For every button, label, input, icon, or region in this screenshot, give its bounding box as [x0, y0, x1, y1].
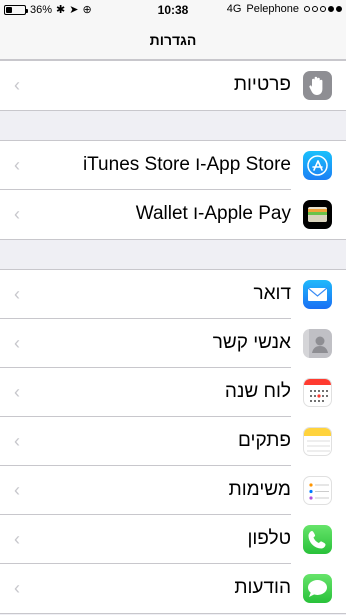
chevron-icon: ‹ — [14, 480, 20, 500]
settings-row-reminders[interactable]: ‹ משימות — [0, 466, 346, 515]
settings-row-messages[interactable]: ‹ הודעות — [0, 564, 346, 613]
chevron-icon: ‹ — [14, 578, 20, 598]
chevron-icon: ‹ — [14, 204, 20, 224]
settings-row-calendar[interactable]: ‹ לוח שנה — [0, 368, 346, 417]
row-label: App Store-ו iTunes Store — [82, 154, 291, 175]
wallet-icon — [303, 200, 332, 229]
settings-row-app-store[interactable]: ‹ App Store-ו iTunes Store — [0, 141, 346, 190]
row-label: פרטיות — [233, 74, 291, 95]
settings-row-privacy[interactable]: ‹ פרטיות — [0, 61, 346, 110]
network-type: 4G — [226, 3, 242, 15]
chevron-icon: ‹ — [14, 529, 20, 549]
chevron-icon: ‹ — [14, 284, 20, 304]
settings-row-wallet[interactable]: ‹ Apple Pay-ו Wallet — [0, 190, 346, 239]
row-label: משימות — [228, 479, 291, 500]
settings-screen: 36% ✱ ➤ ⊕ 10:38 4G Pelephone הגדרות ‹ פר… — [0, 0, 346, 615]
settings-group-stores: ‹ App Store-ו iTunes Store ‹ Apple Pay-ו… — [0, 140, 346, 240]
page-title: הגדרות — [149, 32, 197, 48]
row-label: לוח שנה — [224, 381, 291, 402]
row-label: הודעות — [234, 577, 291, 598]
settings-row-contacts[interactable]: ‹ אנשי קשר — [0, 319, 346, 368]
chevron-icon: ‹ — [14, 75, 20, 95]
mail-icon — [303, 280, 332, 309]
hand-icon — [303, 71, 332, 100]
status-bar: 36% ✱ ➤ ⊕ 10:38 4G Pelephone — [0, 0, 346, 20]
settings-row-phone[interactable]: ‹ טלפון — [0, 515, 346, 564]
chevron-icon: ‹ — [14, 155, 20, 175]
row-label: טלפון — [247, 528, 291, 549]
navigation-bar: הגדרות — [0, 20, 346, 60]
settings-row-notes[interactable]: ‹ פתקים — [0, 417, 346, 466]
chevron-icon: ‹ — [14, 333, 20, 353]
row-label: Apple Pay-ו Wallet — [135, 203, 291, 224]
settings-row-mail[interactable]: ‹ דואר — [0, 270, 346, 319]
carrier-name: Pelephone — [246, 3, 299, 15]
app-store-icon — [303, 151, 332, 180]
chevron-icon: ‹ — [14, 431, 20, 451]
reminders-icon — [303, 476, 332, 505]
messages-icon — [303, 574, 332, 603]
status-right: 4G Pelephone — [227, 3, 342, 15]
signal-strength-icon — [304, 6, 342, 12]
row-label: פתקים — [238, 430, 291, 451]
notes-icon — [303, 427, 332, 456]
phone-icon — [303, 525, 332, 554]
chevron-icon: ‹ — [14, 382, 20, 402]
contacts-icon — [303, 329, 332, 358]
settings-group-privacy: ‹ פרטיות — [0, 60, 346, 111]
row-label: דואר — [253, 283, 291, 304]
row-label: אנשי קשר — [212, 332, 291, 353]
settings-group-apps: ‹ דואר ‹ אנשי קשר ‹ לוח שנה ‹ פתקים ‹ מש… — [0, 269, 346, 614]
calendar-icon — [303, 378, 332, 407]
